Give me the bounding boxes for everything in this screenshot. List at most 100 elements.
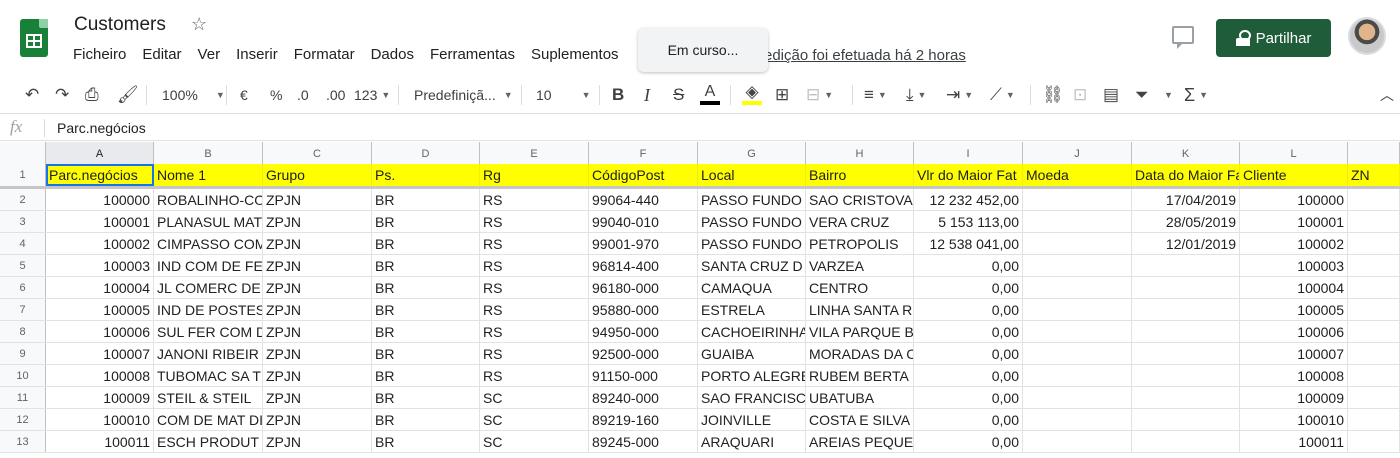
table-cell[interactable] xyxy=(1023,431,1132,453)
table-cell[interactable] xyxy=(1132,431,1240,453)
table-cell[interactable]: BR xyxy=(372,387,480,409)
table-cell[interactable]: 100008 xyxy=(1240,365,1348,387)
table-cell[interactable] xyxy=(1132,387,1240,409)
table-cell[interactable]: SAO CRISTOVA xyxy=(806,189,914,211)
more-formats-select[interactable]: 123 ▼ xyxy=(354,76,390,114)
table-cell[interactable]: 0,00 xyxy=(914,387,1023,409)
table-cell[interactable]: CACHOEIRINHA xyxy=(698,321,806,343)
vertical-align-icon[interactable]: ⤓ ▼ xyxy=(906,76,926,114)
table-cell[interactable]: ROBALINHO-CO xyxy=(154,189,263,211)
strikethrough-button[interactable]: S xyxy=(673,76,684,114)
table-cell[interactable]: ESCH PRODUT xyxy=(154,431,263,453)
table-cell[interactable]: 89240-000 xyxy=(589,387,698,409)
table-cell[interactable] xyxy=(1132,255,1240,277)
row-number[interactable]: 5 xyxy=(0,255,46,276)
table-cell[interactable] xyxy=(1348,431,1400,453)
table-cell[interactable]: ZPJN xyxy=(263,299,372,321)
table-cell[interactable]: 100001 xyxy=(46,211,154,233)
table-cell[interactable] xyxy=(1348,233,1400,255)
column-header-m[interactable] xyxy=(1348,142,1400,166)
increase-decimals-button[interactable]: .00 xyxy=(326,76,345,114)
table-cell[interactable] xyxy=(1132,365,1240,387)
table-cell[interactable]: 91150-000 xyxy=(589,365,698,387)
table-cell[interactable]: RS xyxy=(480,277,589,299)
table-cell[interactable]: 100011 xyxy=(1240,431,1348,453)
table-cell[interactable]: ZPJN xyxy=(263,277,372,299)
table-cell[interactable]: RS xyxy=(480,255,589,277)
table-cell[interactable]: 99064-440 xyxy=(589,189,698,211)
table-cell[interactable]: 12 232 452,00 xyxy=(914,189,1023,211)
text-rotation-icon[interactable]: ⟋ ▼ xyxy=(990,76,1015,114)
table-cell[interactable]: 92500-000 xyxy=(589,343,698,365)
table-cell[interactable]: 100002 xyxy=(46,233,154,255)
redo-icon[interactable]: ↷ xyxy=(55,76,69,114)
table-cell[interactable]: 100008 xyxy=(46,365,154,387)
borders-icon[interactable]: ⊞ xyxy=(775,76,789,114)
menu-ver[interactable]: Ver xyxy=(198,46,221,63)
table-cell[interactable]: 100004 xyxy=(46,277,154,299)
column-header-i[interactable]: I xyxy=(914,142,1023,166)
header-cell[interactable]: Ps. xyxy=(372,164,480,186)
column-header-b[interactable]: B xyxy=(154,142,263,166)
table-cell[interactable]: CAMAQUA xyxy=(698,277,806,299)
column-header-h[interactable]: H xyxy=(806,142,914,166)
table-cell[interactable]: 100000 xyxy=(46,189,154,211)
table-cell[interactable]: RS xyxy=(480,211,589,233)
row-number[interactable]: 8 xyxy=(0,321,46,342)
table-cell[interactable]: COSTA E SILVA xyxy=(806,409,914,431)
row-number[interactable]: 7 xyxy=(0,299,46,320)
table-cell[interactable]: 96180-000 xyxy=(589,277,698,299)
row-number[interactable]: 9 xyxy=(0,343,46,364)
table-cell[interactable] xyxy=(1023,277,1132,299)
table-cell[interactable]: GUAIBA xyxy=(698,343,806,365)
table-cell[interactable]: RS xyxy=(480,365,589,387)
table-cell[interactable] xyxy=(1023,211,1132,233)
header-cell[interactable]: Parc.negócios xyxy=(46,164,154,186)
horizontal-align-icon[interactable]: ≡ ▼ xyxy=(864,76,887,114)
table-cell[interactable]: AREIAS PEQUE xyxy=(806,431,914,453)
row-number[interactable]: 1 xyxy=(0,164,46,186)
column-header-k[interactable]: K xyxy=(1132,142,1240,166)
table-cell[interactable] xyxy=(1348,365,1400,387)
table-cell[interactable]: BR xyxy=(372,299,480,321)
table-cell[interactable]: 0,00 xyxy=(914,299,1023,321)
table-cell[interactable] xyxy=(1023,387,1132,409)
table-cell[interactable]: CENTRO xyxy=(806,277,914,299)
table-cell[interactable]: JANONI RIBEIR xyxy=(154,343,263,365)
table-cell[interactable]: 0,00 xyxy=(914,321,1023,343)
table-cell[interactable]: 100003 xyxy=(1240,255,1348,277)
table-cell[interactable]: 100001 xyxy=(1240,211,1348,233)
row-number[interactable]: 13 xyxy=(0,431,46,452)
table-cell[interactable]: BR xyxy=(372,365,480,387)
table-cell[interactable]: 100007 xyxy=(1240,343,1348,365)
table-cell[interactable]: PASSO FUNDO xyxy=(698,211,806,233)
row-number[interactable]: 3 xyxy=(0,211,46,232)
text-wrap-icon[interactable]: ⇥ ▼ xyxy=(946,76,973,114)
table-cell[interactable]: ZPJN xyxy=(263,255,372,277)
menu-inserir[interactable]: Inserir xyxy=(236,46,278,63)
row-number[interactable]: 10 xyxy=(0,365,46,386)
table-cell[interactable] xyxy=(1132,277,1240,299)
currency-format-button[interactable]: € xyxy=(240,76,248,114)
table-cell[interactable] xyxy=(1348,299,1400,321)
insert-link-icon[interactable]: ⛓ xyxy=(1042,76,1064,114)
table-cell[interactable] xyxy=(1132,343,1240,365)
fill-color-button[interactable]: ◈ xyxy=(742,76,762,114)
table-cell[interactable]: VERA CRUZ xyxy=(806,211,914,233)
avatar[interactable] xyxy=(1348,17,1386,55)
table-cell[interactable]: STEIL & STEIL xyxy=(154,387,263,409)
paint-format-icon[interactable]: 🖌 xyxy=(117,76,139,114)
undo-icon[interactable]: ↶ xyxy=(25,76,39,114)
table-cell[interactable]: SC xyxy=(480,409,589,431)
percent-format-button[interactable]: % xyxy=(270,76,282,114)
table-cell[interactable] xyxy=(1023,343,1132,365)
menu-dados[interactable]: Dados xyxy=(371,46,414,63)
formula-input[interactable]: Parc.negócios xyxy=(57,120,146,136)
table-cell[interactable]: TUBOMAC SA T xyxy=(154,365,263,387)
header-cell[interactable]: Grupo xyxy=(263,164,372,186)
table-cell[interactable]: CIMPASSO COM xyxy=(154,233,263,255)
document-title[interactable]: Customers xyxy=(74,14,166,36)
menu-ferramentas[interactable]: Ferramentas xyxy=(430,46,515,63)
table-cell[interactable]: 100004 xyxy=(1240,277,1348,299)
column-header-e[interactable]: E xyxy=(480,142,589,166)
